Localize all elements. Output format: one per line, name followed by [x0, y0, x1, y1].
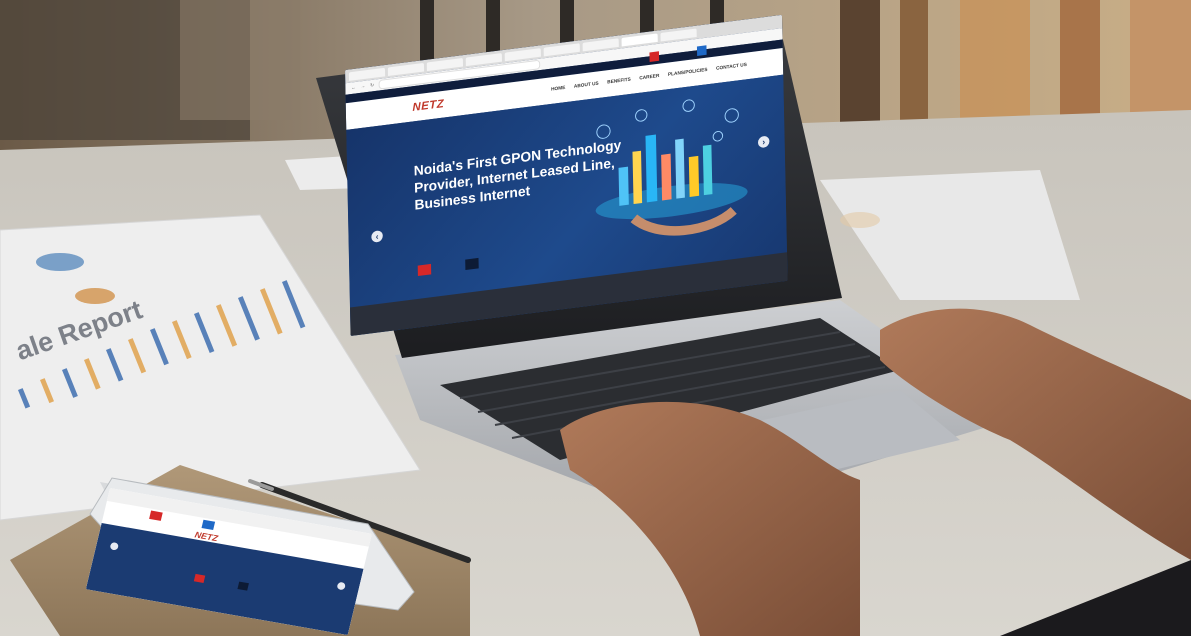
laptop-screen: ← → ↻ NETZ HOME ABOUT US BENEFITS CAREER…	[345, 14, 788, 337]
nav-item[interactable]: HOME	[551, 85, 565, 93]
carousel-prev-button[interactable]: ‹	[371, 230, 383, 243]
reload-icon[interactable]: ↻	[370, 83, 374, 89]
hero-secondary-button[interactable]	[465, 257, 479, 271]
nav-item[interactable]: ABOUT US	[574, 81, 599, 90]
phone-carousel-prev-button[interactable]	[109, 541, 120, 551]
phone-utility-button-red[interactable]	[149, 510, 163, 521]
nav-item[interactable]: CAREER	[639, 73, 659, 81]
phone-hero-headline	[201, 550, 288, 565]
hero-primary-button[interactable]	[417, 263, 432, 277]
photo-scene: ← → ↻ NETZ HOME ABOUT US BENEFITS CAREER…	[0, 0, 1191, 636]
nav-item[interactable]: CONTACT US	[716, 62, 747, 72]
utility-button-blue[interactable]	[696, 45, 707, 56]
site-logo[interactable]: NETZ	[412, 97, 444, 114]
utility-button-red[interactable]	[649, 51, 660, 62]
phone-hero-secondary-button[interactable]	[237, 581, 249, 591]
nav-item[interactable]: BENEFITS	[607, 77, 631, 86]
phone-utility-button-blue[interactable]	[201, 519, 216, 531]
phone-carousel-next-button[interactable]	[336, 581, 346, 591]
phone-hero-primary-button[interactable]	[193, 573, 206, 583]
carousel-next-button[interactable]: ›	[757, 135, 770, 149]
nav-item[interactable]: PLANS/POLICIES	[668, 67, 708, 78]
back-icon[interactable]: ←	[351, 85, 356, 91]
forward-icon[interactable]: →	[361, 84, 366, 90]
